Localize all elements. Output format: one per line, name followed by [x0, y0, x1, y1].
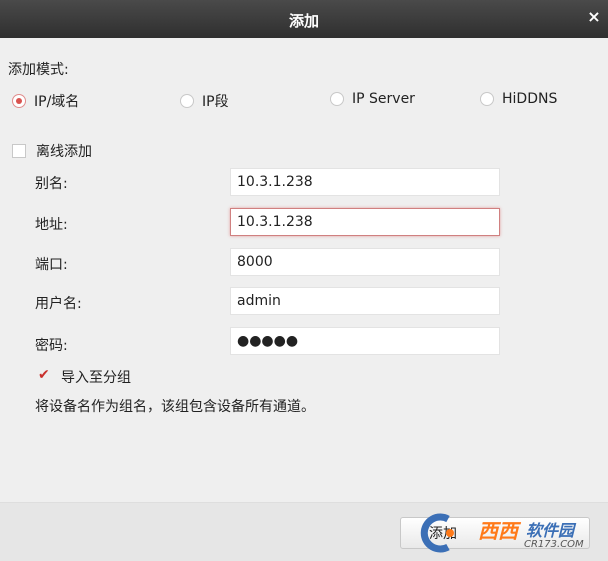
password-input[interactable] [230, 327, 500, 355]
add-button-label: 添加 [429, 526, 457, 542]
port-label: 端口: [35, 257, 68, 273]
radio-icon [480, 92, 494, 106]
radio-label: IP/域名 [34, 94, 80, 110]
alias-label: 别名: [35, 176, 68, 192]
radio-selected-icon [12, 94, 26, 108]
radio-ip-server[interactable]: IP Server [330, 91, 415, 107]
offline-add-checkbox[interactable]: 离线添加 [12, 141, 92, 161]
port-input[interactable] [230, 248, 500, 276]
mode-radio-group: IP/域名 IP段 IP Server HiDDNS [0, 91, 608, 113]
username-label: 用户名: [35, 296, 82, 312]
address-input[interactable] [230, 208, 500, 236]
radio-icon [330, 92, 344, 106]
offline-add-label: 离线添加 [36, 144, 92, 160]
checkmark-icon [37, 367, 51, 384]
radio-hiddns[interactable]: HiDDNS [480, 91, 557, 107]
close-icon[interactable]: × [586, 9, 602, 25]
radio-ip-segment[interactable]: IP段 [180, 91, 229, 111]
add-button[interactable]: 添加 [400, 517, 590, 549]
radio-ip-domain[interactable]: IP/域名 [12, 91, 79, 111]
password-label: 密码: [35, 338, 68, 354]
group-note: 将设备名作为组名，该组包含设备所有通道。 [35, 399, 315, 415]
username-input[interactable] [230, 287, 500, 315]
checkbox-icon [12, 144, 26, 158]
radio-label: HiDDNS [502, 91, 558, 107]
radio-label: IP Server [352, 91, 415, 107]
dialog-footer: 添加 西西 软件园 CR173.COM [0, 502, 608, 561]
address-label: 地址: [35, 217, 68, 233]
dialog-title: 添加 [288, 12, 319, 30]
dialog-body: 添加模式: IP/域名 IP段 IP Server HiDDNS 离线添加 别名… [0, 38, 608, 502]
title-bar: 添加 × [0, 0, 608, 38]
mode-label: 添加模式: [8, 62, 69, 78]
import-group-label: 导入至分组 [61, 370, 131, 386]
radio-icon [180, 94, 194, 108]
import-group-checkbox[interactable]: 导入至分组 [37, 367, 131, 387]
alias-input[interactable] [230, 168, 500, 196]
radio-label: IP段 [202, 94, 229, 110]
